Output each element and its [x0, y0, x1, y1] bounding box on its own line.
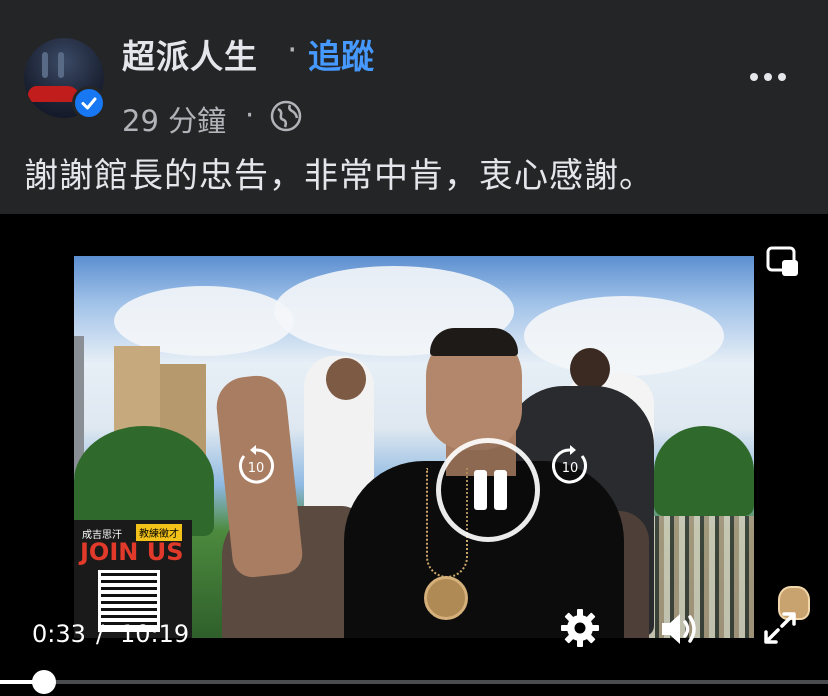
picture-in-picture-icon[interactable] — [766, 246, 800, 278]
verified-badge-icon — [72, 86, 106, 120]
more-options-button[interactable] — [748, 60, 788, 94]
time-separator: · — [245, 98, 255, 132]
background-person-head — [570, 348, 610, 390]
post-time[interactable]: 29 分鐘 — [122, 98, 226, 140]
fullscreen-icon[interactable] — [760, 608, 800, 648]
promo-join-text: JOIN US — [80, 538, 184, 566]
time-divider: / — [96, 620, 105, 648]
skip-back-label: 10 — [248, 461, 265, 476]
trees — [654, 426, 754, 516]
post-caption: 謝謝館長的忠告，非常中肯，衷心感謝。 — [24, 156, 654, 196]
skip-forward-10-button[interactable]: 10 — [548, 444, 592, 488]
author-name[interactable]: 超派人生 — [122, 30, 258, 78]
pause-bar-icon — [494, 470, 507, 510]
avatar-lamp — [42, 52, 48, 78]
progress-track[interactable] — [0, 680, 828, 684]
video-duration: 10:19 — [120, 620, 190, 648]
more-dot-icon — [764, 73, 772, 81]
more-dot-icon — [750, 73, 758, 81]
avatar-lamp — [58, 52, 64, 78]
post-header: 超派人生 · 追蹤 29 分鐘 · 謝謝館長的忠告，非常中肯，衷心感謝。 — [0, 0, 828, 214]
pause-bar-icon — [474, 470, 487, 510]
pause-button[interactable] — [436, 438, 540, 542]
current-time: 0:33 — [32, 620, 86, 648]
video-player[interactable]: 成吉思汗 教練徵才 JOIN US 10 10 0:33 / 10:19 — [0, 214, 828, 696]
globe-icon — [270, 100, 302, 132]
cloud — [524, 296, 724, 376]
skip-forward-label: 10 — [562, 461, 579, 476]
more-dot-icon — [778, 73, 786, 81]
necklace-medallion — [424, 576, 468, 620]
skip-back-10-button[interactable]: 10 — [234, 444, 278, 488]
gear-icon[interactable] — [560, 608, 600, 648]
separator-dot: · — [287, 30, 298, 69]
video-frame[interactable]: 成吉思汗 教練徵才 JOIN US 10 10 — [74, 256, 754, 638]
speaker-hair — [430, 328, 518, 356]
background-person-head — [326, 358, 366, 400]
volume-icon[interactable] — [658, 608, 700, 650]
follow-button[interactable]: 追蹤 — [308, 30, 374, 78]
progress-scrubber[interactable] — [32, 670, 56, 694]
